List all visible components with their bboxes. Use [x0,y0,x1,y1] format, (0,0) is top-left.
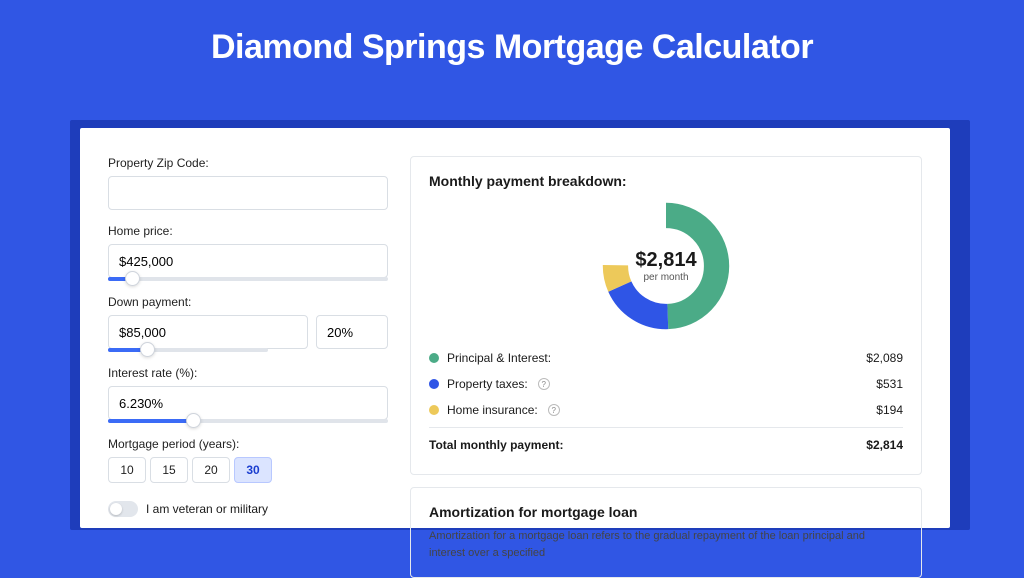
info-icon[interactable]: ? [548,404,560,416]
price-slider[interactable] [108,277,388,281]
calculator-panel: Property Zip Code: Home price: Down paym… [80,128,950,528]
legend-value: $194 [876,403,903,417]
breakdown-card: Monthly payment breakdown: $2,814 per mo… [410,156,922,475]
donut-chart: $2,814 per month [429,197,903,345]
veteran-toggle[interactable] [108,501,138,517]
legend-value: $2,089 [866,351,903,365]
legend-row-principal: Principal & Interest: $2,089 [429,345,903,371]
price-input[interactable] [108,244,388,278]
amortization-card: Amortization for mortgage loan Amortizat… [410,487,922,578]
legend-label: Principal & Interest: [447,351,551,365]
dot-icon [429,379,439,389]
total-value: $2,814 [866,438,903,452]
veteran-label: I am veteran or military [146,502,268,516]
price-label: Home price: [108,224,388,238]
period-label: Mortgage period (years): [108,437,388,451]
rate-input[interactable] [108,386,388,420]
legend-row-taxes: Property taxes: ? $531 [429,371,903,397]
veteran-row: I am veteran or military [108,501,388,517]
price-group: Home price: [108,224,388,281]
legend-row-insurance: Home insurance: ? $194 [429,397,903,423]
period-group: Mortgage period (years): 10 15 20 30 [108,437,388,483]
rate-label: Interest rate (%): [108,366,388,380]
zip-input[interactable] [108,176,388,210]
period-20-button[interactable]: 20 [192,457,230,483]
down-amount-input[interactable] [108,315,308,349]
zip-group: Property Zip Code: [108,156,388,210]
rate-group: Interest rate (%): [108,366,388,423]
total-label: Total monthly payment: [429,438,563,452]
down-percent-input[interactable] [316,315,388,349]
results-column: Monthly payment breakdown: $2,814 per mo… [410,156,922,528]
legend-row-total: Total monthly payment: $2,814 [429,427,903,458]
rate-slider[interactable] [108,419,388,423]
dot-icon [429,405,439,415]
inputs-column: Property Zip Code: Home price: Down paym… [108,156,388,528]
dot-icon [429,353,439,363]
legend-value: $531 [876,377,903,391]
period-10-button[interactable]: 10 [108,457,146,483]
down-label: Down payment: [108,295,388,309]
donut-center-value: $2,814 [635,249,696,272]
amortization-heading: Amortization for mortgage loan [429,504,903,520]
info-icon[interactable]: ? [538,378,550,390]
legend-label: Home insurance: [447,403,538,417]
period-30-button[interactable]: 30 [234,457,272,483]
period-buttons: 10 15 20 30 [108,457,388,483]
legend-label: Property taxes: [447,377,528,391]
amortization-body: Amortization for a mortgage loan refers … [429,528,903,561]
donut-center-label: per month [643,272,688,283]
page-title: Diamond Springs Mortgage Calculator [0,0,1024,85]
down-slider[interactable] [108,348,268,352]
period-15-button[interactable]: 15 [150,457,188,483]
breakdown-heading: Monthly payment breakdown: [429,173,903,189]
down-group: Down payment: [108,295,388,352]
zip-label: Property Zip Code: [108,156,388,170]
